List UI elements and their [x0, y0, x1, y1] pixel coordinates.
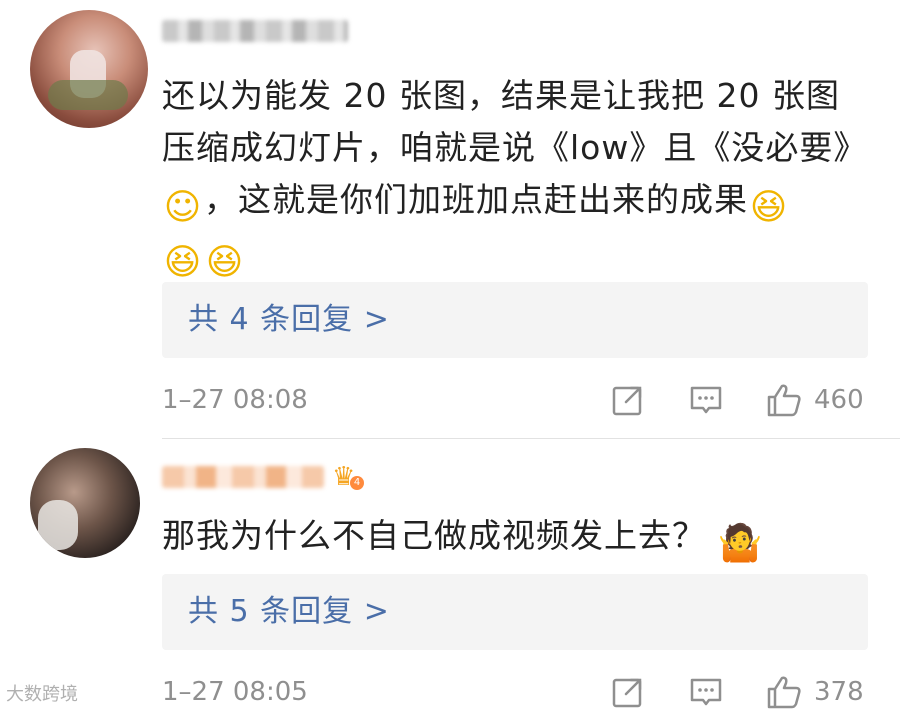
- thumbs-up-icon[interactable]: [766, 382, 802, 418]
- replies-box[interactable]: 共 5 条回复 >: [162, 574, 868, 650]
- timestamp: 1–27 08:05: [162, 677, 308, 707]
- share-icon[interactable]: [610, 674, 646, 710]
- timestamp: 1–27 08:08: [162, 385, 308, 415]
- replies-box[interactable]: 共 4 条回复 >: [162, 282, 868, 358]
- crown-icon: ♛ 4: [332, 462, 364, 492]
- smile-emoji-icon: ☺: [163, 187, 203, 228]
- comment-icon[interactable]: [688, 674, 724, 710]
- level-badge: 4: [350, 476, 364, 490]
- like-count: 460: [814, 385, 864, 415]
- share-icon[interactable]: [610, 382, 646, 418]
- squint-emoji-icon: 😆: [205, 242, 245, 283]
- comment-text: 还以为能发 20 张图，结果是让我把 20 张图压缩成幻灯片，咱就是说《low》…: [162, 76, 868, 283]
- comment-meta: 1–27 08:05 378: [162, 672, 868, 712]
- comment-text: 那我为什么不自己做成视频发上去？ 🤷: [162, 516, 764, 564]
- view-replies-link[interactable]: 共 4 条回复 >: [188, 282, 390, 358]
- watermark: 大数跨境: [6, 684, 78, 705]
- thumbs-up-icon[interactable]: [766, 674, 802, 710]
- comment-meta: 1–27 08:08 460: [162, 380, 868, 420]
- view-replies-link[interactable]: 共 5 条回复 >: [188, 574, 390, 650]
- squint-emoji-icon: 😆: [749, 187, 789, 228]
- avatar[interactable]: [30, 10, 148, 128]
- username-blurred[interactable]: [162, 466, 324, 488]
- username-blurred[interactable]: [162, 20, 348, 42]
- avatar[interactable]: [30, 448, 140, 558]
- shrug-emoji-icon: 🤷: [717, 523, 764, 564]
- comment-icon[interactable]: [688, 382, 724, 418]
- squint-emoji-icon: 😆: [163, 242, 203, 283]
- divider: [162, 438, 900, 439]
- like-count: 378: [814, 677, 864, 707]
